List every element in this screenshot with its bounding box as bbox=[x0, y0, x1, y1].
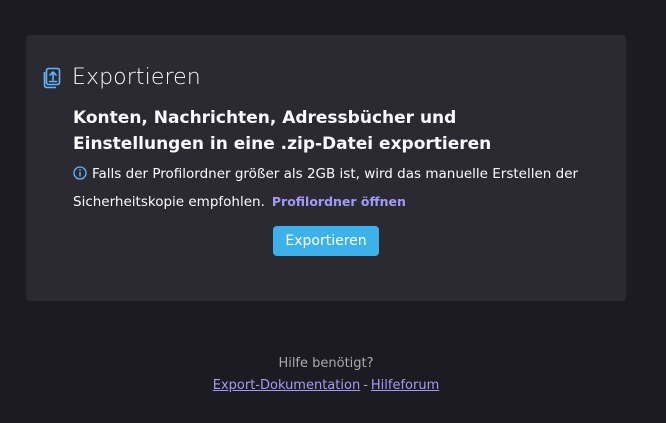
profile-size-note: Falls der Profilordner größer als 2GB is… bbox=[73, 161, 603, 216]
help-forum-link[interactable]: Hilfeforum bbox=[371, 378, 439, 393]
export-button[interactable]: Exportieren bbox=[273, 226, 379, 256]
card-header: Exportieren bbox=[42, 65, 201, 90]
card-title: Exportieren bbox=[72, 65, 201, 90]
open-profile-folder-link[interactable]: Profilordner öffnen bbox=[272, 194, 406, 209]
export-card: Exportieren Konten, Nachrichten, Adressb… bbox=[26, 35, 626, 301]
info-icon bbox=[73, 163, 87, 180]
help-links: Export-Dokumentation - Hilfeforum bbox=[0, 378, 652, 393]
help-separator: - bbox=[363, 378, 368, 393]
export-page: Exportieren Konten, Nachrichten, Adressb… bbox=[0, 0, 666, 423]
export-headline: Konten, Nachrichten, Adressbücher und Ei… bbox=[73, 108, 492, 154]
export-document-icon bbox=[42, 67, 62, 89]
export-documentation-link[interactable]: Export-Dokumentation bbox=[213, 378, 360, 393]
help-question: Hilfe benötigt? bbox=[278, 356, 374, 371]
